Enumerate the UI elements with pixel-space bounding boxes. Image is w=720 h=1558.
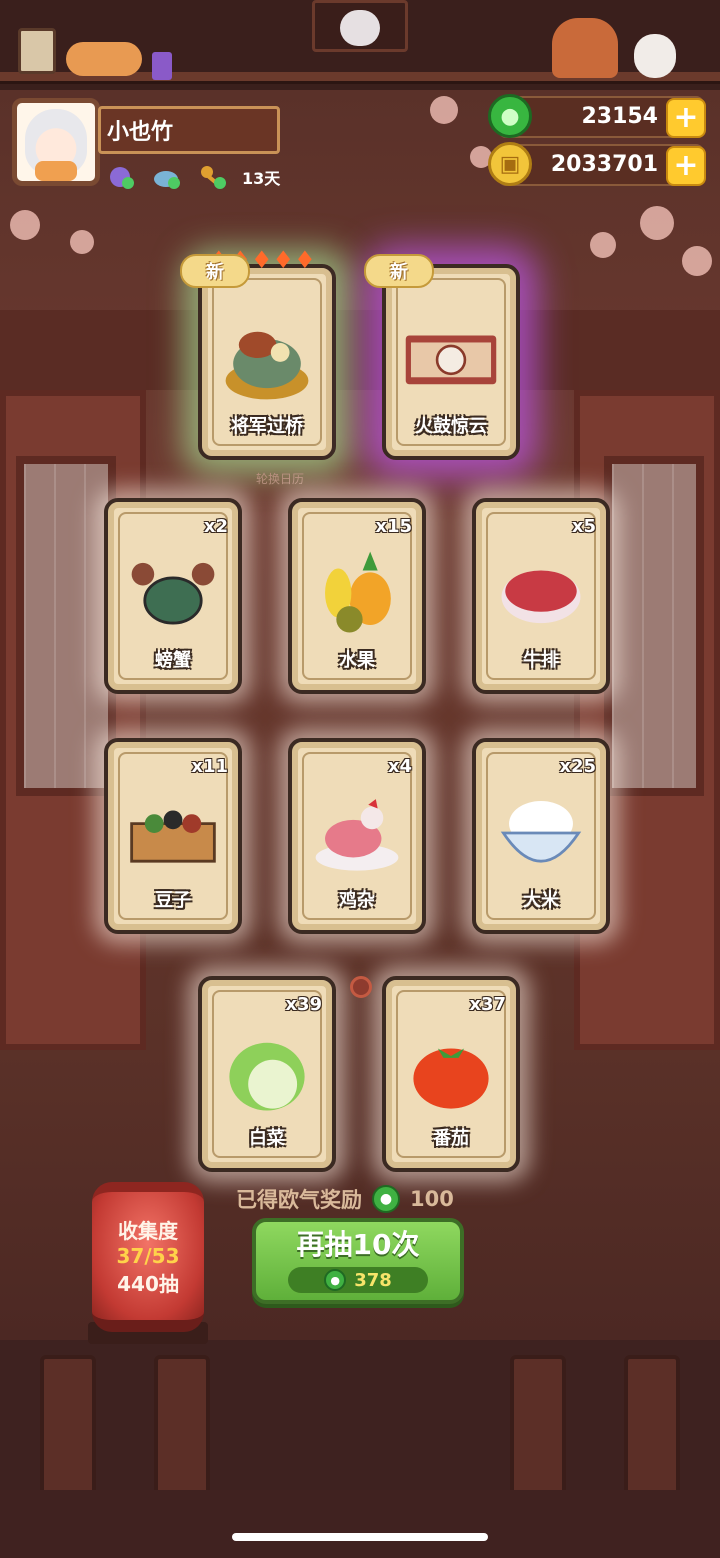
floor xyxy=(0,1340,720,1500)
item-quantity: x25 xyxy=(559,756,596,777)
item-quantity: x5 xyxy=(571,516,596,537)
draw-cost-amount: 378 xyxy=(354,1269,392,1291)
new-badge: 新 xyxy=(364,254,434,288)
card-label: 大米 xyxy=(523,890,559,911)
item-card-tomato[interactable]: x37 番茄 xyxy=(382,976,520,1172)
cat-decoration-icon xyxy=(66,42,142,76)
item-card-steak[interactable]: x5 牛排 xyxy=(472,498,610,694)
player-name: 小也竹 xyxy=(98,106,280,154)
featured-card-general-bridge[interactable]: ♦ ♦ ♦ ♦ ♦ 新 将军过桥 xyxy=(180,246,336,460)
gold-currency: ▣ 2033701 + xyxy=(488,142,706,186)
chicken-giblets-icon xyxy=(310,778,404,888)
stage-decoration-icon xyxy=(404,304,498,414)
new-badge: 新 xyxy=(180,254,250,288)
item-quantity: x4 xyxy=(387,756,412,777)
collection-progress: 37/53 xyxy=(116,1244,180,1268)
blossom-decoration xyxy=(590,232,616,258)
home-indicator[interactable] xyxy=(232,1533,488,1541)
railing-post xyxy=(624,1355,680,1500)
login-days: 13天 xyxy=(242,169,281,188)
gold-coin-icon: ▣ xyxy=(488,142,532,186)
left-window xyxy=(16,456,116,796)
draw-button-label: 再抽10次 xyxy=(296,1228,420,1261)
crab-icon xyxy=(126,538,220,648)
item-quantity: x39 xyxy=(285,994,322,1015)
player-avatar[interactable] xyxy=(12,98,100,186)
fruit-icon xyxy=(310,538,404,648)
item-quantity: x15 xyxy=(375,516,412,537)
featured-card-fire-drum[interactable]: 新 火鼓惊云 xyxy=(364,254,520,460)
raccoon-decoration-icon xyxy=(340,10,380,46)
card-label: 火鼓惊云 xyxy=(415,416,487,437)
draw-again-button[interactable]: 再抽10次 ● 378 xyxy=(252,1218,464,1304)
rice-bowl-icon xyxy=(494,778,588,888)
railing-post xyxy=(510,1355,566,1500)
jade-coin-icon: ● xyxy=(324,1269,347,1291)
card-label: 牛排 xyxy=(523,650,559,671)
jade-amount: 23154 xyxy=(581,104,658,129)
player-badges: 13天 xyxy=(104,163,280,191)
draw-count: 440抽 xyxy=(117,1272,179,1296)
card-label: 水果 xyxy=(339,650,375,671)
jar-decoration-icon xyxy=(152,52,172,80)
scroll-decoration xyxy=(18,28,56,74)
collection-lantern[interactable]: 收集度 37/53 440抽 xyxy=(92,1182,204,1332)
blossom-decoration xyxy=(682,246,712,276)
luck-reward: 已得欧气奖励 ● 100 xyxy=(236,1184,454,1214)
reward-text: 已得欧气奖励 xyxy=(236,1188,362,1212)
chef-character-icon xyxy=(552,18,618,78)
cabbage-icon xyxy=(220,1016,314,1126)
center-ornament-icon xyxy=(350,976,372,998)
chef-badge-icon[interactable] xyxy=(104,163,138,191)
blossom-decoration xyxy=(430,96,458,124)
railing-post xyxy=(154,1355,210,1500)
white-cat-icon xyxy=(634,34,676,78)
blossom-decoration xyxy=(70,230,94,254)
left-wall-panel xyxy=(0,390,146,1050)
item-quantity: x11 xyxy=(191,756,228,777)
card-label: 鸡杂 xyxy=(339,890,375,911)
beans-icon xyxy=(126,778,220,888)
item-card-chicken-giblets[interactable]: x4 鸡杂 xyxy=(288,738,426,934)
calendar-hint[interactable]: 轮换日历 xyxy=(0,470,560,487)
reward-amount: 100 xyxy=(410,1187,454,1211)
item-card-crab[interactable]: x2 螃蟹 xyxy=(104,498,242,694)
jade-coin-icon: ● xyxy=(488,94,532,138)
flame-icon: ♦ xyxy=(294,246,316,274)
card-label: 白菜 xyxy=(249,1128,285,1149)
key-badge-icon[interactable] xyxy=(196,163,230,191)
item-card-cabbage[interactable]: x39 白菜 xyxy=(198,976,336,1172)
flame-icon: ♦ xyxy=(251,246,273,274)
item-card-rice[interactable]: x25 大米 xyxy=(472,738,610,934)
blossom-decoration xyxy=(10,210,40,240)
item-card-beans[interactable]: x11 豆子 xyxy=(104,738,242,934)
railing-post xyxy=(40,1355,96,1500)
card-label: 番茄 xyxy=(433,1128,469,1149)
bottom-bar xyxy=(0,1490,720,1558)
card-label: 豆子 xyxy=(155,890,191,911)
avatar-portrait xyxy=(25,109,87,181)
flame-icon: ♦ xyxy=(272,246,295,274)
right-window xyxy=(604,456,704,796)
item-card-fruit[interactable]: x15 水果 xyxy=(288,498,426,694)
dish-badge-icon[interactable] xyxy=(150,163,184,191)
jade-currency: ● 23154 + xyxy=(488,94,706,138)
right-wall-panel xyxy=(574,390,720,1050)
draw-cost: ● 378 xyxy=(288,1267,428,1293)
gold-amount: 2033701 xyxy=(550,152,658,177)
collection-title: 收集度 xyxy=(118,1219,178,1243)
item-quantity: x37 xyxy=(469,994,506,1015)
blossom-decoration xyxy=(640,206,674,240)
item-quantity: x2 xyxy=(203,516,228,537)
fish-dish-icon xyxy=(220,304,314,414)
ceiling-beam xyxy=(0,310,720,390)
card-label: 螃蟹 xyxy=(155,650,191,671)
steak-icon xyxy=(494,538,588,648)
tomato-icon xyxy=(404,1016,498,1126)
card-label: 将军过桥 xyxy=(231,416,303,437)
jade-coin-icon: ● xyxy=(372,1185,400,1213)
add-gold-button[interactable]: + xyxy=(666,146,706,186)
add-jade-button[interactable]: + xyxy=(666,98,706,138)
